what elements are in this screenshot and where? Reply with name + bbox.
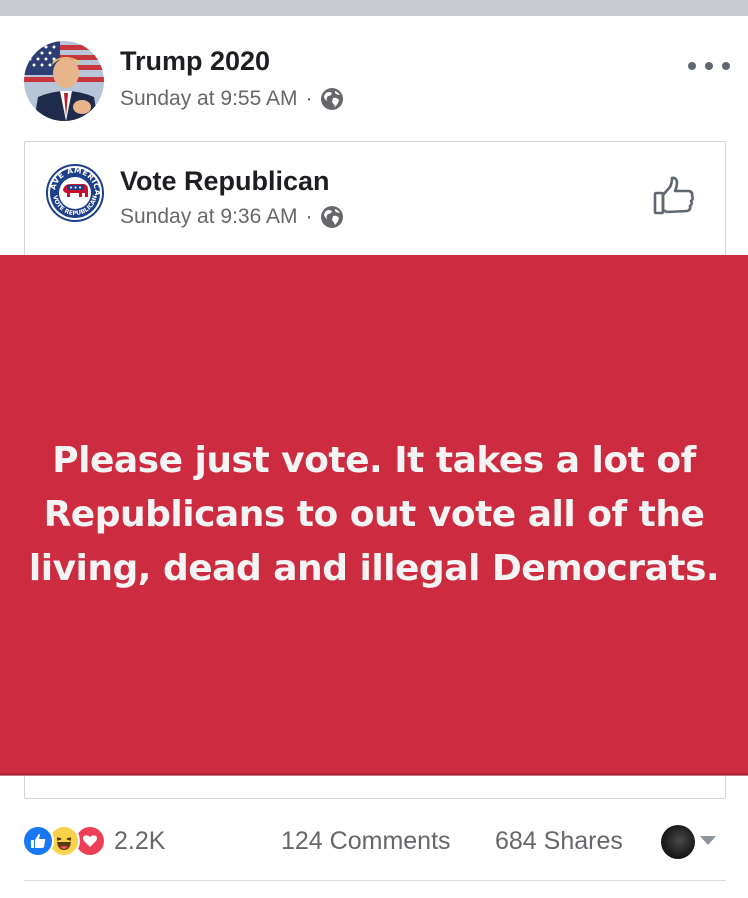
shares-count[interactable]: 684 Shares [495, 827, 623, 856]
post-meta: Sunday at 9:55 AM · [120, 87, 344, 111]
image-bottom-edge [0, 773, 748, 776]
post-image[interactable]: Please just vote. It takes a lot of Repu… [0, 255, 748, 775]
author-avatar[interactable] [24, 41, 104, 121]
chevron-down-icon[interactable] [700, 836, 716, 845]
thumbs-up-outline-icon[interactable] [652, 174, 696, 218]
shared-page-name[interactable]: Vote Republican [120, 166, 330, 197]
vote-republican-logo[interactable]: SAVE AMERICA VOTE REPUBLICAN [43, 157, 104, 222]
top-separator-strip [0, 0, 748, 16]
globe-icon [320, 205, 344, 229]
comments-count[interactable]: 124 Comments [281, 827, 451, 856]
more-options-icon[interactable] [688, 52, 730, 80]
meta-separator: · [305, 87, 313, 110]
viewer-avatar[interactable] [661, 825, 695, 859]
post-image-text: Please just vote. It takes a lot of Repu… [28, 440, 720, 589]
reaction-count[interactable]: 2.2K [114, 827, 165, 856]
shared-post-timestamp[interactable]: Sunday at 9:36 AM [120, 205, 297, 229]
post-timestamp[interactable]: Sunday at 9:55 AM [120, 87, 297, 111]
reaction-summary[interactable]: 2.2K [22, 824, 165, 858]
footer-divider [24, 880, 726, 881]
meta-separator: · [305, 205, 313, 228]
like-icon [22, 825, 54, 857]
globe-icon [320, 87, 344, 111]
author-name[interactable]: Trump 2020 [120, 46, 270, 77]
shared-post-meta: Sunday at 9:36 AM · [120, 205, 344, 229]
